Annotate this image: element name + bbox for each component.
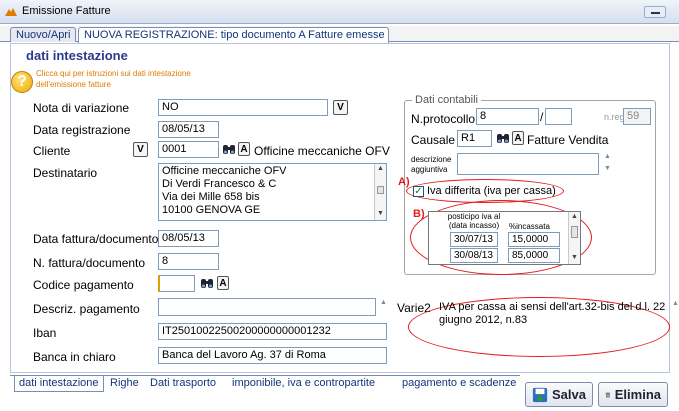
data-registrazione-label: Data registrazione (33, 123, 131, 137)
codice-pagamento-label: Codice pagamento (33, 278, 134, 292)
descrizione-aggiuntiva-label: descrizione aggiuntiva (411, 155, 452, 174)
app-icon (5, 8, 17, 16)
save-label: Salva (552, 387, 586, 402)
tab-dati-intestazione[interactable]: dati intestazione (14, 376, 104, 392)
tab-dati-trasporto[interactable]: Dati trasporto (146, 376, 220, 392)
scroll-down-icon[interactable]: ▼ (604, 165, 611, 172)
delete-button[interactable]: Elimina (598, 382, 668, 407)
data-fattura-field[interactable]: 08/05/13 (158, 230, 219, 247)
banca-label: Banca in chiaro (33, 350, 116, 364)
destinatario-textarea[interactable]: Officine meccaniche OFV Di Verdi Frances… (158, 163, 387, 221)
iban-label: Iban (33, 326, 57, 340)
nota-variazione-select[interactable]: NO (158, 99, 328, 116)
nreg-field: 59 (623, 108, 651, 125)
posticipo-scrollbar[interactable]: ▲ ▼ (568, 212, 580, 264)
n-fattura-label: N. fattura/documento (33, 256, 146, 270)
section-title: dati intestazione (26, 48, 128, 63)
tab-righe[interactable]: Righe (106, 376, 143, 392)
delete-label: Elimina (614, 387, 661, 402)
tab-pagamento-scadenze[interactable]: pagamento e scadenze (398, 376, 520, 392)
cliente-name: Officine meccaniche OFV (254, 144, 390, 158)
data-registrazione-field[interactable]: 08/05/13 (158, 121, 219, 138)
save-button[interactable]: Salva (525, 382, 593, 407)
n-protocollo-label: N.protocollo (411, 112, 476, 126)
tab-nuova-registrazione[interactable]: NUOVA REGISTRAZIONE: tipo documento A Fa… (78, 27, 389, 43)
n-protocollo-field[interactable]: 8 (476, 108, 539, 125)
codice-pagamento-a-button[interactable]: A (217, 276, 229, 290)
descriz-pagamento-field[interactable] (158, 298, 376, 316)
dati-contabili-title: Dati contabili (412, 94, 481, 106)
causale-code-field[interactable]: R1 (457, 130, 492, 147)
codice-pagamento-field[interactable] (158, 275, 195, 292)
descriz-pagamento-label: Descriz. pagamento (33, 302, 140, 316)
scroll-up-icon[interactable]: ▲ (604, 153, 611, 160)
posticipo-header-date: posticipo iva al (data incasso) (447, 212, 501, 230)
save-icon (532, 387, 548, 402)
cliente-a-button[interactable]: A (238, 142, 250, 156)
descrizione-aggiuntiva-field[interactable] (457, 153, 599, 175)
help-link[interactable]: Clicca qui per istruzioni sui dati intes… (36, 68, 201, 90)
causale-description: Fatture Vendita (527, 133, 609, 147)
nreg-label: n.reg (604, 112, 625, 122)
marker-a: A) (398, 176, 410, 188)
posticipo-date-2[interactable]: 30/08/13 (450, 248, 498, 263)
iva-differita-label: Iva differita (iva per cassa) (427, 185, 556, 197)
nota-variazione-label: Nota di variazione (33, 101, 130, 115)
scroll-up-icon[interactable]: ▲ (380, 299, 387, 306)
tab-nuovo-apri[interactable]: Nuovo/Apri (10, 27, 77, 42)
search-binoculars-icon[interactable] (496, 131, 510, 145)
nota-variazione-dropdown[interactable]: V (333, 100, 348, 115)
iva-differita-checkbox[interactable]: ✓ (413, 186, 424, 197)
cliente-code-field[interactable]: 0001 (158, 141, 219, 158)
banca-field[interactable]: Banca del Lavoro Ag. 37 di Roma (158, 347, 387, 364)
delete-icon (605, 392, 611, 398)
cliente-dropdown[interactable]: V (133, 142, 148, 157)
posticipo-header-percent: %incassata (509, 222, 550, 231)
cliente-label: Cliente (33, 144, 71, 158)
posticipo-percent-2[interactable]: 85,0000 (508, 248, 560, 263)
n-fattura-field[interactable]: 8 (158, 253, 219, 270)
window-titlebar: Emissione Fatture (0, 0, 679, 24)
destinatario-scrollbar[interactable]: ▲ ▼ (374, 164, 386, 220)
window-title: Emissione Fatture (22, 5, 111, 17)
varie2-textarea[interactable]: IVA per cassa ai sensi dell'art.32-bis d… (436, 300, 670, 344)
data-fattura-label: Data fattura/documento (33, 232, 159, 246)
minimize-button[interactable] (644, 6, 666, 18)
iban-field[interactable]: IT25010022500200000000001232 (158, 323, 387, 340)
scroll-up-icon[interactable]: ▲ (672, 300, 679, 307)
search-binoculars-icon[interactable] (222, 142, 236, 156)
causale-a-button[interactable]: A (512, 131, 524, 145)
posticipo-date-1[interactable]: 30/07/13 (450, 232, 498, 247)
help-icon[interactable]: ? (11, 71, 33, 93)
tab-imponibile[interactable]: imponibile, iva e contropartite (228, 376, 379, 392)
posticipo-percent-1[interactable]: 15,0000 (508, 232, 560, 247)
destinatario-label: Destinatario (33, 166, 98, 180)
causale-label: Causale (411, 133, 456, 147)
search-binoculars-icon[interactable] (200, 276, 214, 290)
n-protocollo-suffix-field[interactable] (545, 108, 572, 125)
n-protocollo-separator: / (540, 110, 544, 124)
